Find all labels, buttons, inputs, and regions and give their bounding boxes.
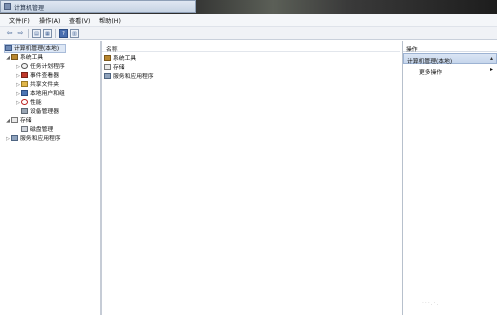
clock-icon — [21, 63, 28, 69]
storage-icon — [11, 117, 18, 123]
tree-label: 事件查看器 — [30, 73, 59, 79]
more-actions-link[interactable]: 更多操作 ▸ — [403, 66, 497, 76]
list-item-services-applications[interactable]: 服务和应用程序 — [104, 73, 154, 81]
tree-item-storage[interactable]: ◢ 存储 — [5, 117, 32, 126]
tree-label: 服务和应用程序 — [20, 136, 61, 142]
tree-item-device-manager[interactable]: 设备管理器 — [21, 108, 59, 117]
services-icon — [11, 135, 18, 141]
menu-action[interactable]: 操作(A) — [39, 16, 60, 25]
tree-label: 性能 — [30, 100, 42, 106]
list-item-system-tools[interactable]: 系统工具 — [104, 55, 136, 63]
watermark: ···.·. — [422, 300, 440, 307]
column-header-label: 名称 — [106, 47, 118, 53]
results-pane[interactable] — [102, 41, 400, 315]
shared-folder-icon — [21, 81, 28, 87]
list-item-label: 服务和应用程序 — [113, 74, 154, 80]
system-tools-icon — [104, 55, 111, 61]
menu-bar: 文件(F) 操作(A) 查看(V) 帮助(H) — [0, 14, 497, 27]
forward-arrow-icon[interactable]: ⇨ — [16, 29, 25, 38]
toolbar-separator — [55, 29, 56, 38]
actions-header: 操作 — [403, 43, 497, 53]
actions-section-label: 计算机管理(本地) — [407, 59, 453, 65]
show-hide-tree-icon[interactable]: ▤ — [32, 29, 41, 38]
tree-label: 共享文件夹 — [30, 82, 59, 88]
tree-item-services-applications[interactable]: ▷ 服务和应用程序 — [5, 135, 61, 144]
list-item-label: 存储 — [113, 65, 125, 71]
services-icon — [104, 73, 111, 79]
list-item-label: 系统工具 — [113, 56, 137, 62]
menu-view[interactable]: 查看(V) — [69, 16, 90, 25]
actions-section-computer-management[interactable]: 计算机管理(本地) ▴ — [403, 53, 497, 65]
computer-management-app-icon — [4, 3, 11, 10]
system-tools-icon — [11, 54, 18, 60]
toolbar: ⇦ ⇨ ▤ ▦ ? ▥ — [0, 27, 497, 40]
tree-item-shared-folders[interactable]: ▷ 共享文件夹 — [15, 81, 59, 90]
column-header-name[interactable]: 名称 — [102, 43, 400, 53]
tree-item-system-tools[interactable]: ◢ 系统工具 — [5, 54, 43, 63]
properties-icon[interactable]: ▦ — [43, 29, 52, 38]
title-bar[interactable]: 计算机管理 — [0, 0, 196, 13]
disk-management-icon — [21, 126, 28, 132]
tree-item-local-users-groups[interactable]: ▷ 本地用户和组 — [15, 90, 65, 99]
tree-label: 设备管理器 — [30, 109, 59, 115]
show-action-pane-icon[interactable]: ▥ — [70, 29, 79, 38]
more-actions-label: 更多操作 — [419, 70, 443, 76]
actions-header-label: 操作 — [406, 47, 418, 53]
help-icon[interactable]: ? — [59, 29, 68, 38]
tree-label: 任务计划程序 — [30, 64, 65, 70]
tree-label: 存储 — [20, 118, 32, 124]
menu-help[interactable]: 帮助(H) — [99, 16, 121, 25]
tree-root-computer-management[interactable]: 计算机管理(本地) — [4, 44, 66, 53]
menu-file[interactable]: 文件(F) — [9, 16, 30, 25]
submenu-arrow-icon: ▸ — [489, 66, 493, 73]
back-arrow-icon[interactable]: ⇦ — [5, 29, 14, 38]
tree-label: 本地用户和组 — [30, 91, 65, 97]
performance-icon — [21, 99, 28, 105]
tree-item-task-scheduler[interactable]: ▷ 任务计划程序 — [15, 63, 65, 72]
tree-label: 系统工具 — [20, 55, 44, 61]
users-icon — [21, 90, 28, 96]
tree-label: 计算机管理(本地) — [14, 46, 60, 52]
tree-item-disk-management[interactable]: 磁盘管理 — [21, 126, 53, 135]
list-item-storage[interactable]: 存储 — [104, 64, 125, 72]
computer-management-icon — [5, 45, 12, 51]
storage-icon — [104, 64, 111, 70]
collapse-up-icon[interactable]: ▴ — [490, 55, 493, 62]
tree-item-event-viewer[interactable]: ▷ 事件查看器 — [15, 72, 59, 81]
toolbar-separator — [28, 29, 29, 38]
tree-item-performance[interactable]: ▷ 性能 — [15, 99, 42, 108]
actions-pane — [402, 41, 497, 315]
event-viewer-icon — [21, 72, 28, 78]
device-manager-icon — [21, 108, 28, 114]
window-title: 计算机管理 — [14, 5, 45, 12]
tree-label: 磁盘管理 — [30, 127, 54, 133]
